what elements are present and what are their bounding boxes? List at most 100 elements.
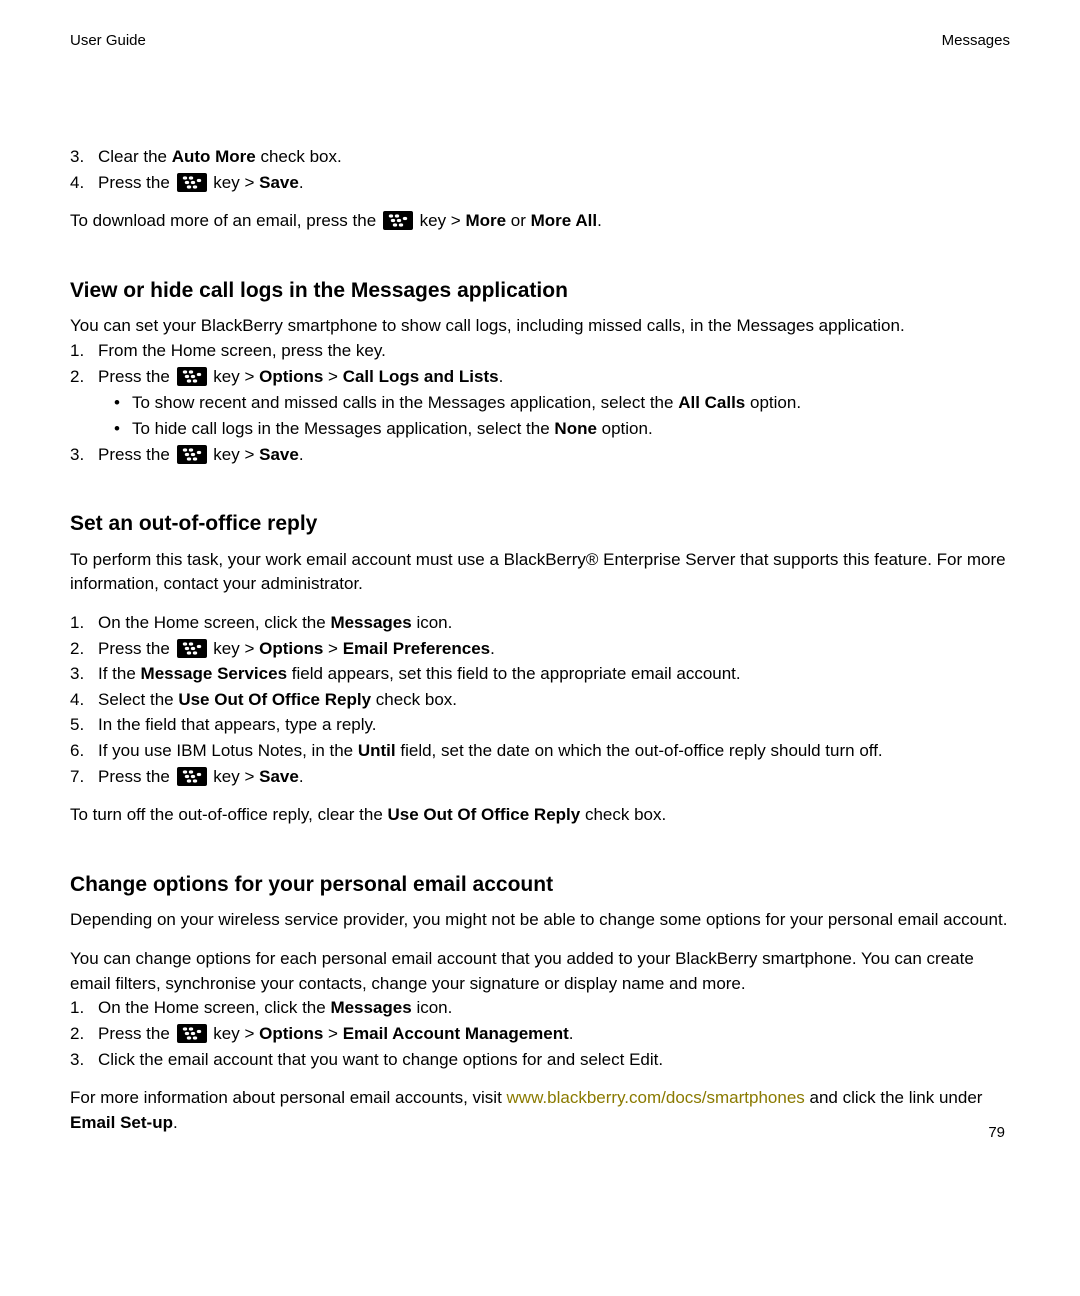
bold: Use Out Of Office Reply xyxy=(178,690,371,709)
step-3: 3. Press the key > Save. xyxy=(98,443,1010,468)
bold: Call Logs and Lists xyxy=(343,367,499,386)
text: To hide call logs in the Messages applic… xyxy=(132,419,554,438)
page-header: User Guide Messages xyxy=(70,32,1010,49)
steps-continued: 3. Clear the Auto More check box. 4. Pre… xyxy=(70,145,1010,195)
link-blackberry-docs[interactable]: www.blackberry.com/docs/smartphones xyxy=(507,1088,805,1107)
text: > xyxy=(323,639,342,658)
text: . xyxy=(569,1024,574,1043)
step-1: 1.On the Home screen, click the Messages… xyxy=(98,611,1010,636)
bold: Options xyxy=(259,1024,323,1043)
text: Select the xyxy=(98,690,178,709)
step-4: 4.Select the Use Out Of Office Reply che… xyxy=(98,688,1010,713)
text: key > xyxy=(209,1024,260,1043)
step-7: 7. Press the key > Save. xyxy=(98,765,1010,790)
bold: More xyxy=(465,211,506,230)
text: If you use IBM Lotus Notes, in the xyxy=(98,741,358,760)
text: > xyxy=(323,1024,342,1043)
bold: Email Account Management xyxy=(343,1024,569,1043)
bold: Messages xyxy=(330,613,411,632)
blackberry-key-icon xyxy=(177,445,207,464)
text: . xyxy=(173,1113,178,1132)
text: Press the xyxy=(98,445,175,464)
text: Press the xyxy=(98,1024,175,1043)
bold: Message Services xyxy=(141,664,288,683)
text: icon. xyxy=(412,998,453,1017)
paragraph: To perform this task, your work email ac… xyxy=(70,548,1010,597)
bold: All Calls xyxy=(678,393,745,412)
text: Press the xyxy=(98,367,175,386)
step-1: 1.From the Home screen, press the key. xyxy=(98,339,1010,364)
step-3: 3.Click the email account that you want … xyxy=(98,1048,1010,1073)
text: check box. xyxy=(256,147,342,166)
text: . xyxy=(299,445,304,464)
step-1: 1.On the Home screen, click the Messages… xyxy=(98,996,1010,1021)
page: User Guide Messages 3. Clear the Auto Mo… xyxy=(0,0,1080,1296)
blackberry-key-icon xyxy=(177,767,207,786)
paragraph: To download more of an email, press the … xyxy=(70,209,1010,234)
header-left: User Guide xyxy=(70,32,146,49)
text: On the Home screen, click the xyxy=(98,613,330,632)
step-3: 3. Clear the Auto More check box. xyxy=(98,145,1010,170)
text: key > xyxy=(209,367,260,386)
step-2: 2. Press the key > Options > Email Accou… xyxy=(98,1022,1010,1047)
step-2: 2. Press the key > Options > Email Prefe… xyxy=(98,637,1010,662)
text: To show recent and missed calls in the M… xyxy=(132,393,678,412)
text: From the Home screen, press the key. xyxy=(98,341,386,360)
step-6: 6.If you use IBM Lotus Notes, in the Unt… xyxy=(98,739,1010,764)
text: . xyxy=(597,211,602,230)
text: To download more of an email, press the xyxy=(70,211,381,230)
steps-personal-email: 1.On the Home screen, click the Messages… xyxy=(70,996,1010,1072)
text: Press the xyxy=(98,767,175,786)
bold: Options xyxy=(259,639,323,658)
heading-out-of-office: Set an out-of-office reply xyxy=(70,509,1010,539)
step-4: 4. Press the key > Save. xyxy=(98,171,1010,196)
text: . xyxy=(490,639,495,658)
blackberry-key-icon xyxy=(177,173,207,192)
bold: Save xyxy=(259,173,299,192)
text: For more information about personal emai… xyxy=(70,1088,507,1107)
bullet: To hide call logs in the Messages applic… xyxy=(132,417,1010,442)
paragraph: Depending on your wireless service provi… xyxy=(70,908,1010,933)
bold: Until xyxy=(358,741,396,760)
bullet: To show recent and missed calls in the M… xyxy=(132,391,1010,416)
text: key > xyxy=(415,211,466,230)
text: option. xyxy=(745,393,801,412)
text: . xyxy=(299,173,304,192)
text: and click the link under xyxy=(805,1088,983,1107)
bold: Use Out Of Office Reply xyxy=(388,805,581,824)
text: If the xyxy=(98,664,141,683)
text: > xyxy=(323,367,342,386)
text: icon. xyxy=(412,613,453,632)
blackberry-key-icon xyxy=(177,639,207,658)
bold: Email Preferences xyxy=(343,639,490,658)
paragraph: You can change options for each personal… xyxy=(70,947,1010,996)
header-right: Messages xyxy=(942,32,1010,49)
text: key > xyxy=(209,767,260,786)
step-2: 2. Press the key > Options > Call Logs a… xyxy=(98,365,1010,442)
page-content: 3. Clear the Auto More check box. 4. Pre… xyxy=(70,145,1010,1136)
text: Click the email account that you want to… xyxy=(98,1050,663,1069)
steps-out-of-office: 1.On the Home screen, click the Messages… xyxy=(70,611,1010,789)
text: or xyxy=(506,211,531,230)
blackberry-key-icon xyxy=(177,367,207,386)
text: Press the xyxy=(98,173,175,192)
bold: Auto More xyxy=(172,147,256,166)
heading-personal-email-options: Change options for your personal email a… xyxy=(70,870,1010,900)
text: Clear the xyxy=(98,147,172,166)
text: To turn off the out-of-office reply, cle… xyxy=(70,805,388,824)
step-3: 3.If the Message Services field appears,… xyxy=(98,662,1010,687)
text: check box. xyxy=(580,805,666,824)
page-number: 79 xyxy=(988,1124,1005,1141)
blackberry-key-icon xyxy=(177,1024,207,1043)
bold: Save xyxy=(259,445,299,464)
text: key > xyxy=(209,639,260,658)
bold: Messages xyxy=(330,998,411,1017)
bold: More All xyxy=(531,211,597,230)
bold: Email Set-up xyxy=(70,1113,173,1132)
bold: Options xyxy=(259,367,323,386)
paragraph: You can set your BlackBerry smartphone t… xyxy=(70,314,1010,339)
bullets: To show recent and missed calls in the M… xyxy=(98,391,1010,441)
bold: Save xyxy=(259,767,299,786)
paragraph: To turn off the out-of-office reply, cle… xyxy=(70,803,1010,828)
text: In the field that appears, type a reply. xyxy=(98,715,376,734)
